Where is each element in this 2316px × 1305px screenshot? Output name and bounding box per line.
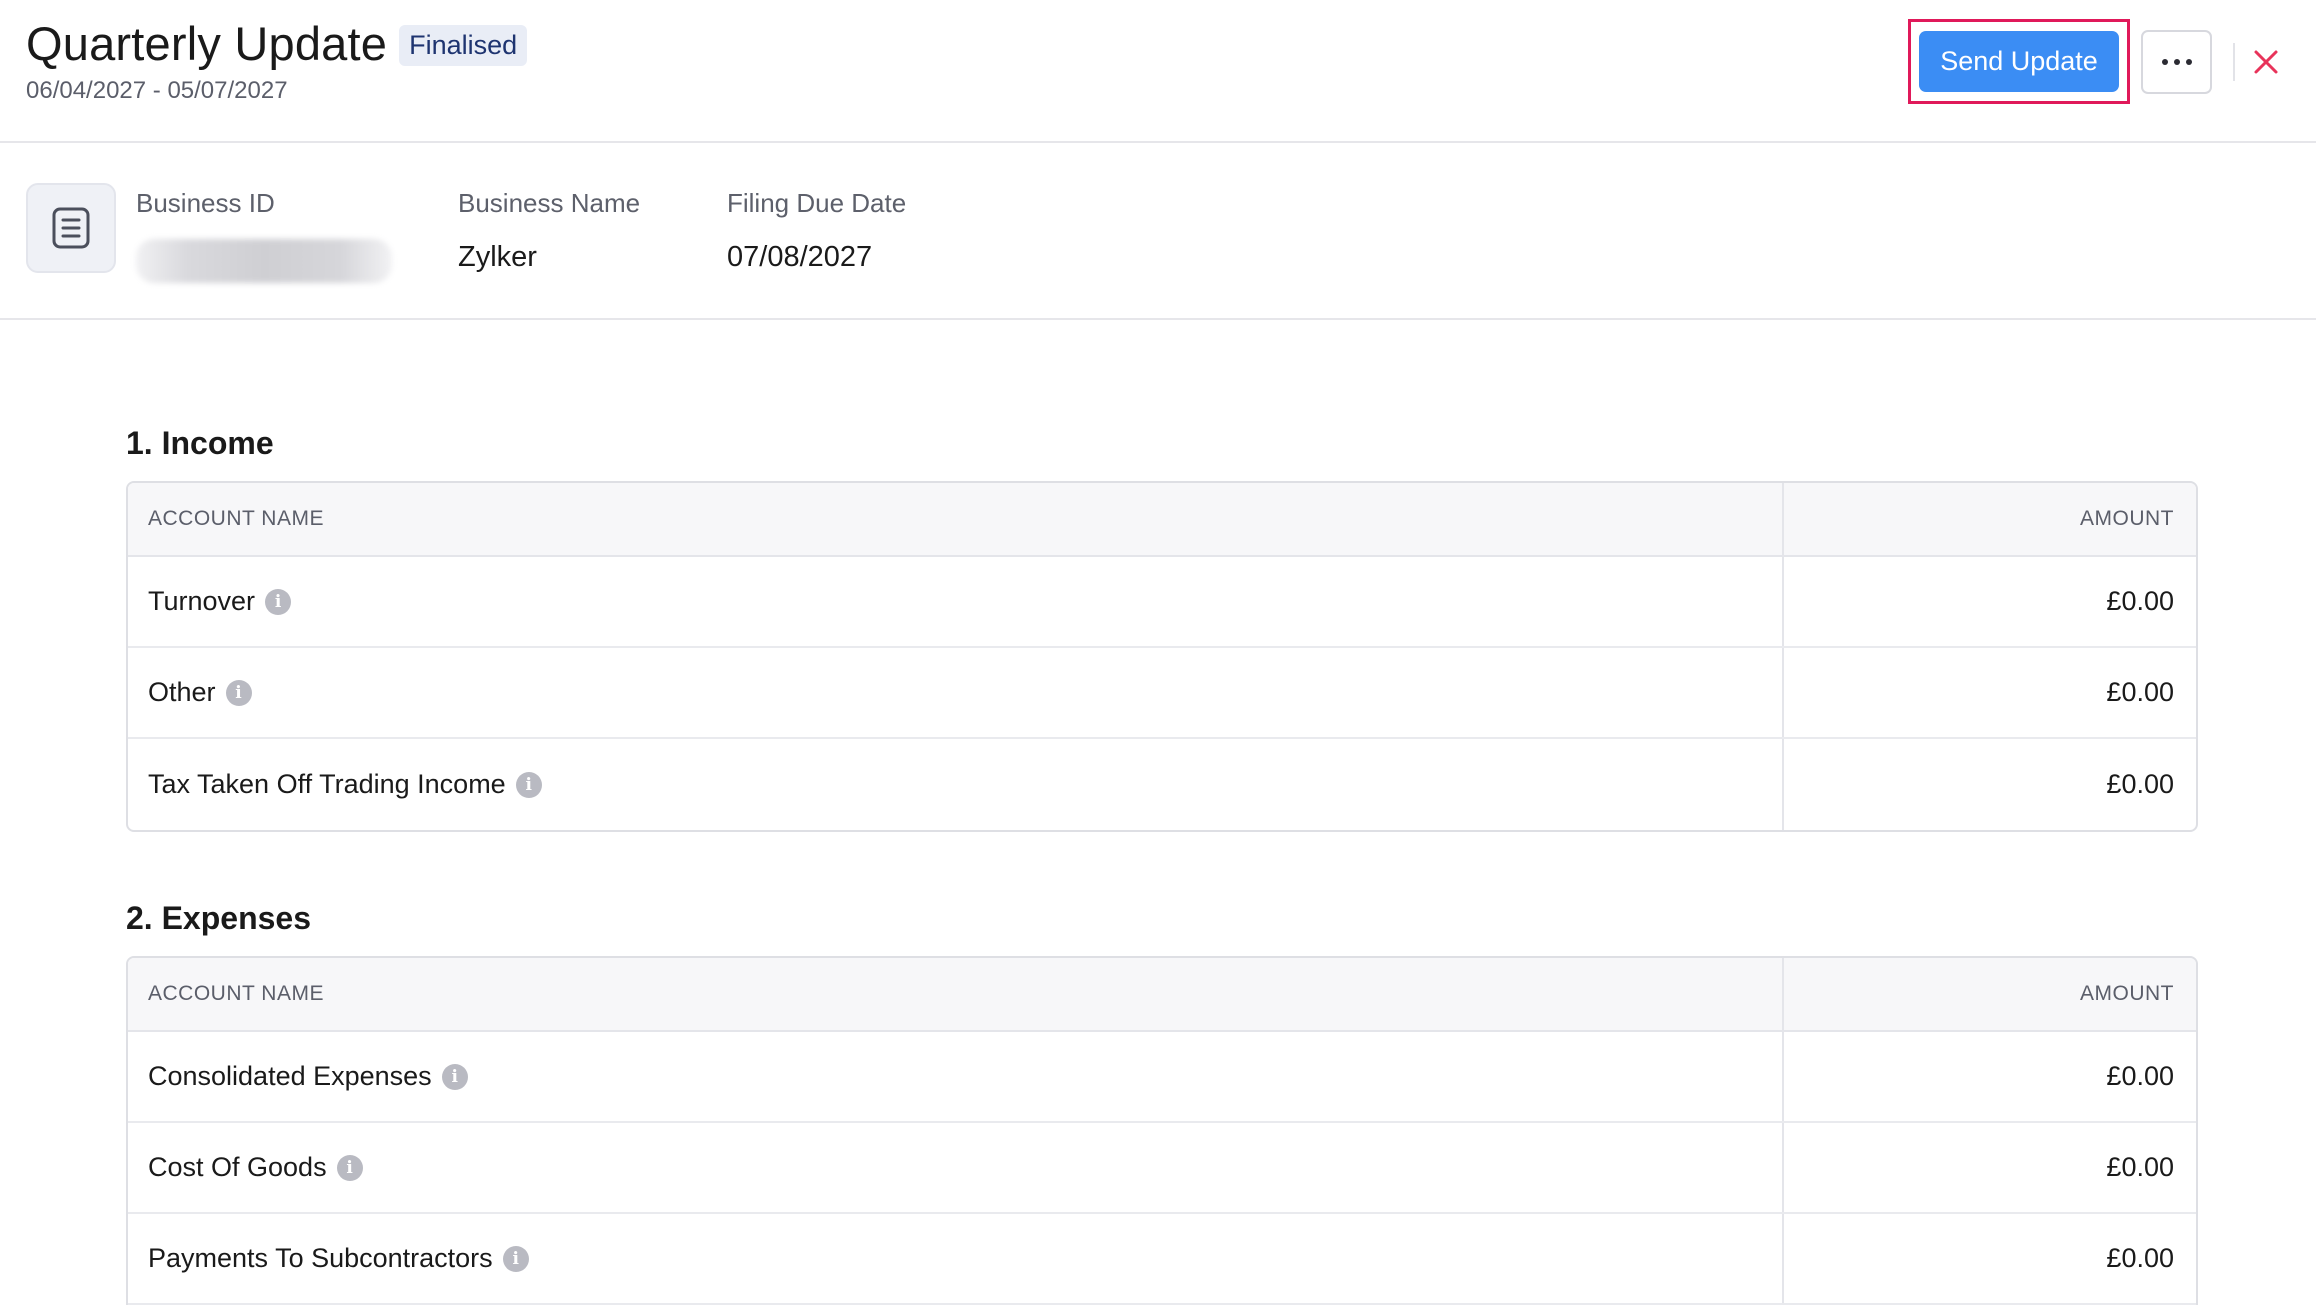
account-name: Turnover <box>148 586 256 616</box>
more-icon <box>2161 59 2192 65</box>
title-row: Quarterly Update Finalised <box>26 16 528 71</box>
filing-due-field: Filing Due Date 07/08/2027 <box>727 188 906 274</box>
close-icon[interactable] <box>2252 48 2280 76</box>
send-update-highlight: Send Update <box>1908 19 2130 104</box>
info-icon[interactable]: i <box>225 679 252 706</box>
business-meta: Business ID Business Name Zylker Filing … <box>0 143 2316 320</box>
expenses-section-title: 2. Expenses <box>126 900 311 936</box>
page-title: Quarterly Update <box>26 17 388 70</box>
income-table: ACCOUNT NAME AMOUNT Turnover i £0.00 Oth… <box>126 481 2198 832</box>
status-badge: Finalised <box>399 25 528 66</box>
business-name-field: Business Name Zylker <box>458 188 640 274</box>
account-name: Consolidated Expenses <box>148 1061 432 1091</box>
more-options-button[interactable] <box>2141 30 2212 94</box>
account-name: Tax Taken Off Trading Income <box>148 769 506 799</box>
amount-cell: £0.00 <box>2106 677 2174 707</box>
filing-due-value: 07/08/2027 <box>727 241 873 273</box>
business-id-field: Business ID <box>136 188 392 283</box>
info-icon[interactable]: i <box>441 1063 468 1090</box>
send-update-button[interactable]: Send Update <box>1919 31 2119 92</box>
column-header-account-name: ACCOUNT NAME <box>128 958 1784 1030</box>
amount-cell: £0.00 <box>2106 1152 2174 1182</box>
amount-cell: £0.00 <box>2106 769 2174 799</box>
business-id-value-redacted <box>136 239 392 283</box>
business-name-label: Business Name <box>458 188 641 218</box>
account-name-cell: Tax Taken Off Trading Income i <box>128 739 1784 830</box>
column-header-amount: AMOUNT <box>2080 507 2174 530</box>
table-row: Turnover i £0.00 <box>128 557 2196 648</box>
business-id-label: Business ID <box>136 188 275 218</box>
info-icon[interactable]: i <box>515 771 542 798</box>
column-header-account-name: ACCOUNT NAME <box>128 483 1784 555</box>
expenses-table: ACCOUNT NAME AMOUNT Consolidated Expense… <box>126 956 2198 1305</box>
date-range: 06/04/2027 - 05/07/2027 <box>26 77 288 104</box>
amount-cell: £0.00 <box>2106 1243 2174 1273</box>
account-name-cell: Cost Of Goods i <box>128 1123 1784 1212</box>
page-header: Quarterly Update Finalised 06/04/2027 - … <box>0 0 2316 143</box>
filing-due-label: Filing Due Date <box>727 188 907 218</box>
table-header: ACCOUNT NAME AMOUNT <box>128 958 2196 1032</box>
business-name-value: Zylker <box>458 241 537 273</box>
amount-cell: £0.00 <box>2106 1061 2174 1091</box>
table-row: Tax Taken Off Trading Income i £0.00 <box>128 739 2196 830</box>
amount-cell: £0.00 <box>2106 586 2174 616</box>
account-name: Payments To Subcontractors <box>148 1243 493 1273</box>
document-icon <box>26 183 116 273</box>
info-icon[interactable]: i <box>265 588 292 615</box>
account-name-cell: Consolidated Expenses i <box>128 1032 1784 1121</box>
account-name-cell: Other i <box>128 648 1784 737</box>
table-row: Consolidated Expenses i £0.00 <box>128 1032 2196 1123</box>
account-name-cell: Payments To Subcontractors i <box>128 1214 1784 1303</box>
column-header-amount: AMOUNT <box>2080 982 2174 1005</box>
account-name: Other <box>148 677 216 707</box>
table-row: Cost Of Goods i £0.00 <box>128 1123 2196 1214</box>
divider <box>2233 43 2235 81</box>
table-header: ACCOUNT NAME AMOUNT <box>128 483 2196 557</box>
income-section-title: 1. Income <box>126 425 274 461</box>
table-row: Other i £0.00 <box>128 648 2196 739</box>
account-name: Cost Of Goods <box>148 1152 327 1182</box>
table-row: Payments To Subcontractors i £0.00 <box>128 1214 2196 1305</box>
info-icon[interactable]: i <box>336 1154 363 1181</box>
info-icon[interactable]: i <box>502 1245 529 1272</box>
account-name-cell: Turnover i <box>128 557 1784 646</box>
